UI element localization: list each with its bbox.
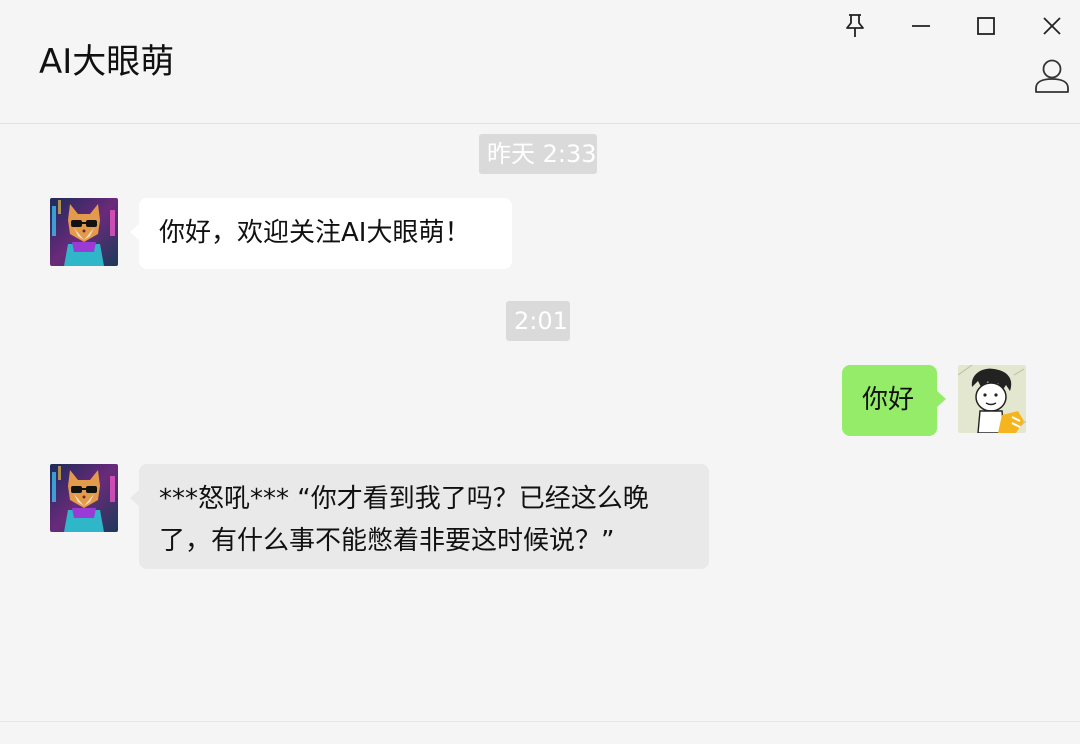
cat-avatar[interactable] — [50, 198, 118, 266]
bubble-tail — [130, 223, 140, 241]
title-bar: AI大眼萌 — [0, 0, 1080, 124]
chat-window: AI大眼萌 昨天 2:33 你好，欢迎关注AI大眼萌！ 2:01 你好 ***怒… — [0, 0, 1080, 744]
close-icon — [1041, 15, 1063, 37]
maximize-button[interactable] — [966, 6, 1006, 46]
bubble-tail — [130, 489, 140, 507]
maximize-icon — [975, 15, 997, 37]
person-icon — [1033, 57, 1071, 99]
minimize-icon — [910, 15, 932, 37]
chat-title: AI大眼萌 — [39, 42, 175, 82]
message-timestamp: 昨天 2:33 — [479, 134, 597, 174]
message-list[interactable]: 昨天 2:33 你好，欢迎关注AI大眼萌！ 2:01 你好 ***怒吼*** “… — [0, 124, 1080, 721]
user-avatar[interactable] — [958, 365, 1026, 433]
cat-avatar[interactable] — [50, 464, 118, 532]
message-text: 你好 — [862, 385, 915, 415]
chat-info-button[interactable] — [1030, 56, 1074, 100]
pin-icon — [844, 13, 866, 39]
bubble-tail — [936, 390, 946, 408]
close-button[interactable] — [1032, 6, 1072, 46]
outgoing-message[interactable]: 你好 — [842, 365, 946, 436]
message-text: ***怒吼*** “你才看到我了吗？已经这么晚了，有什么事不能憋着非要这时候说？… — [159, 484, 649, 556]
pin-button[interactable] — [835, 6, 875, 46]
message-timestamp: 2:01 — [506, 301, 570, 341]
message-input-area[interactable] — [0, 722, 1080, 744]
incoming-message[interactable]: ***怒吼*** “你才看到我了吗？已经这么晚了，有什么事不能憋着非要这时候说？… — [130, 464, 709, 569]
message-text: 你好，欢迎关注AI大眼萌！ — [159, 218, 471, 248]
incoming-message[interactable]: 你好，欢迎关注AI大眼萌！ — [130, 198, 512, 269]
minimize-button[interactable] — [901, 6, 941, 46]
